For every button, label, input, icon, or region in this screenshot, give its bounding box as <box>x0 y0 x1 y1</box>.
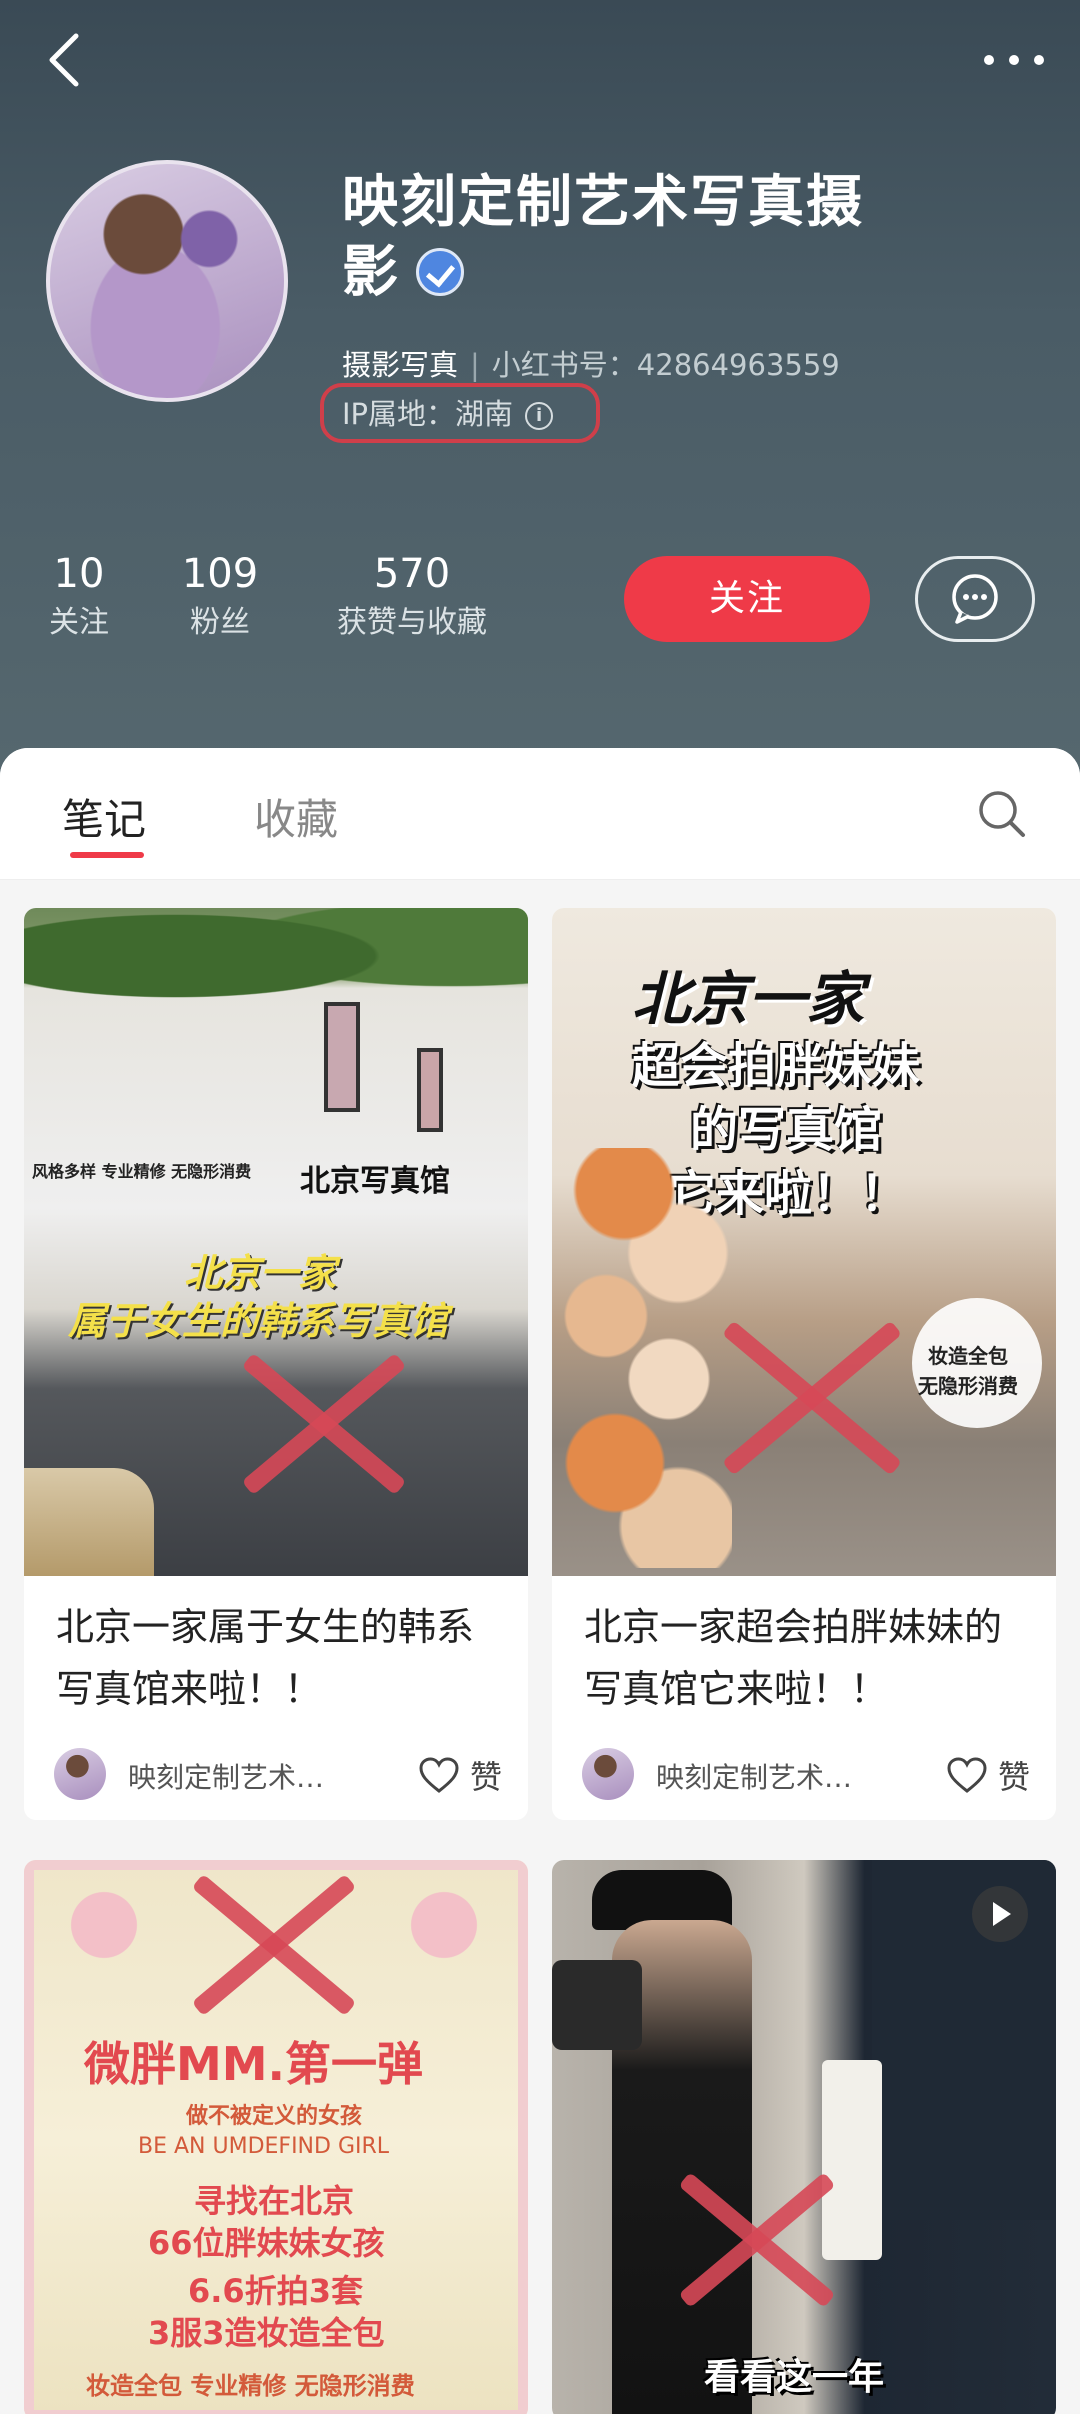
heart-icon <box>947 1757 987 1793</box>
cover-line-3: BE AN UMDEFIND GIRL <box>138 2134 390 2159</box>
red-x-mark <box>702 1288 922 1508</box>
like-label: 赞 <box>997 1758 1030 1796</box>
dot-icon <box>1034 55 1044 65</box>
follow-button[interactable]: 关注 <box>624 556 870 642</box>
more-options-button[interactable] <box>974 40 1054 80</box>
ip-location-text: IP属地：湖南 <box>342 397 514 431</box>
cover-line-2: 超会拍胖妹妹 <box>632 1038 921 1094</box>
bow-decoration <box>44 1870 164 1980</box>
stat-followers-count: 109 <box>181 551 259 597</box>
note-card[interactable]: 北京一家 超会拍胖妹妹 的写真馆 它来啦！！ 妆造全包 无隐形消费 北京一家超会… <box>552 908 1056 1820</box>
backdrop-decoration <box>872 1860 1056 2220</box>
profile-category: 摄影写真 <box>342 348 459 382</box>
stat-following[interactable]: 10 关注 <box>40 548 118 646</box>
heart-icon <box>419 1757 459 1793</box>
note-footer: 映刻定制艺术… 赞 <box>24 1726 528 1820</box>
note-cover-image[interactable]: 看看这一年 <box>552 1860 1056 2414</box>
camera-decoration <box>552 1960 642 2050</box>
stat-likes-label: 获赞与收藏 <box>337 605 487 640</box>
store-sign-text: 北京写真馆 <box>300 1164 450 1199</box>
note-footer: 映刻定制艺术… 赞 <box>552 1726 1056 1820</box>
cover-line-7: 3服3造妆造全包 <box>148 2314 385 2352</box>
author-name[interactable]: 映刻定制艺术… <box>128 1756 324 1796</box>
divider: | <box>470 348 480 382</box>
hand-decoration <box>24 1468 154 1576</box>
note-card[interactable]: 微胖MM.第一弹 做不被定义的女孩 BE AN UMDEFIND GIRL 寻找… <box>24 1860 528 2414</box>
cover-line-1: 北京一家 <box>184 1251 337 1295</box>
bow-decoration <box>384 1870 504 1980</box>
content-panel: 笔记 收藏 风格多样 专业精修 无隐形消费 北京写真馆 北京一家 属于女生的韩系… <box>0 748 1080 2414</box>
author-avatar[interactable] <box>54 1748 106 1800</box>
search-button[interactable] <box>976 788 1028 840</box>
avatar[interactable] <box>46 160 288 402</box>
note-cover-image[interactable]: 微胖MM.第一弹 做不被定义的女孩 BE AN UMDEFIND GIRL 寻找… <box>24 1860 528 2414</box>
profile-name: 映刻定制艺术写真摄影 <box>342 168 902 308</box>
cover-badge-2: 无隐形消费 <box>918 1374 1018 1398</box>
search-icon <box>979 791 1025 837</box>
message-button[interactable] <box>915 556 1035 642</box>
play-icon[interactable] <box>972 1886 1028 1942</box>
stat-followers-label: 粉丝 <box>190 605 250 640</box>
cover-line-4: 寻找在北京 <box>194 2182 355 2220</box>
red-x-mark <box>662 2140 852 2340</box>
profile-header: 映刻定制艺术写真摄影 摄影写真 | 小红书号：42864963559 IP属地：湖南… <box>0 0 1080 800</box>
profile-id: 小红书号：42864963559 <box>491 348 840 382</box>
author-avatar[interactable] <box>582 1748 634 1800</box>
cover-line-8: 妆造全包 专业精修 无隐形消费 <box>86 2372 415 2400</box>
author-name[interactable]: 映刻定制艺术… <box>656 1756 852 1796</box>
red-x-mark <box>224 1324 424 1524</box>
note-cover-image[interactable]: 北京一家 超会拍胖妹妹 的写真馆 它来啦！！ 妆造全包 无隐形消费 <box>552 908 1056 1576</box>
stat-following-label: 关注 <box>49 605 109 640</box>
cover-line-1: 北京一家 <box>632 965 865 1033</box>
back-button[interactable] <box>44 30 104 100</box>
note-title[interactable]: 北京一家属于女生的韩系写真馆来啦！！ <box>24 1576 528 1726</box>
store-banner-text: 风格多样 专业精修 无隐形消费 <box>32 1162 252 1181</box>
stat-likes-count: 570 <box>373 551 451 597</box>
note-title[interactable]: 北京一家超会拍胖妹妹的写真馆它来啦！！ <box>552 1576 1056 1726</box>
chat-bubble-icon <box>952 574 998 624</box>
cover-line-1: 微胖MM.第一弹 <box>84 2037 424 2091</box>
window-decoration <box>324 1002 360 1112</box>
like-button[interactable]: 赞 <box>418 1752 502 1798</box>
tab-collections[interactable]: 收藏 <box>254 786 338 847</box>
stat-likes[interactable]: 570 获赞与收藏 <box>324 548 500 646</box>
verified-badge-icon <box>416 247 464 296</box>
cover-line-2: 做不被定义的女孩 <box>186 2104 363 2129</box>
like-button[interactable]: 赞 <box>946 1752 1030 1798</box>
tab-notes[interactable]: 笔记 <box>62 786 146 847</box>
cover-caption: 看看这一年 <box>704 2357 885 2398</box>
note-cover-image[interactable]: 风格多样 专业精修 无隐形消费 北京写真馆 北京一家 属于女生的韩系写真馆 <box>24 908 528 1576</box>
cover-line-5: 66位胖妹妹女孩 <box>148 2224 385 2262</box>
cover-badge-1: 妆造全包 <box>928 1344 1008 1368</box>
ip-location[interactable]: IP属地：湖南 i <box>342 391 554 433</box>
cover-line-6: 6.6折拍3套 <box>188 2272 363 2310</box>
dot-icon <box>984 55 994 65</box>
dot-icon <box>1009 55 1019 65</box>
tab-bar: 笔记 收藏 <box>0 748 1080 880</box>
info-icon[interactable]: i <box>525 402 554 430</box>
like-label: 赞 <box>469 1758 502 1796</box>
tab-active-indicator <box>70 852 144 858</box>
stat-following-count: 10 <box>53 551 105 597</box>
profile-meta: 摄影写真 | 小红书号：42864963559 <box>342 342 840 384</box>
window-decoration <box>417 1048 443 1132</box>
chevron-left-icon <box>49 33 79 87</box>
note-card[interactable]: 看看这一年 <box>552 1860 1056 2414</box>
note-card[interactable]: 风格多样 专业精修 无隐形消费 北京写真馆 北京一家 属于女生的韩系写真馆 北京… <box>24 908 528 1820</box>
stat-followers[interactable]: 109 粉丝 <box>174 548 266 646</box>
trees-decoration <box>24 908 528 1028</box>
red-x-mark <box>174 1860 374 2030</box>
